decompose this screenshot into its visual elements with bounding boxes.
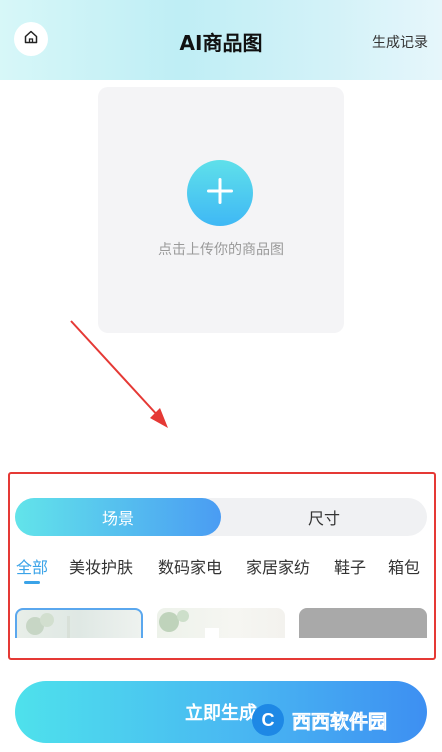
- category-tab-home-textile[interactable]: 家居家纺: [246, 554, 310, 578]
- tab-scene[interactable]: 场景: [15, 498, 221, 536]
- category-tab-all[interactable]: 全部: [16, 554, 48, 578]
- plant-icon: [159, 610, 219, 638]
- category-tab-shoes[interactable]: 鞋子: [334, 554, 366, 578]
- category-tab-bags[interactable]: 箱包: [388, 554, 420, 578]
- category-tabs: 全部 美妆护肤 数码家电 家居家纺 鞋子 箱包: [16, 554, 436, 584]
- scene-thumbnail[interactable]: [299, 608, 427, 638]
- category-tab-digital[interactable]: 数码家电: [158, 554, 222, 578]
- plant-icon: [26, 613, 70, 638]
- segmented-control: 场景 尺寸: [15, 498, 427, 536]
- svg-text:西西软件园: 西西软件园: [292, 710, 387, 733]
- svg-text:C: C: [262, 710, 275, 730]
- scene-thumbnails: [0, 608, 442, 638]
- category-active-indicator: [24, 581, 40, 584]
- tab-size[interactable]: 尺寸: [221, 498, 427, 536]
- category-tab-beauty[interactable]: 美妆护肤: [69, 554, 133, 578]
- watermark-logo: C 西西软件园: [252, 704, 387, 736]
- scene-thumbnail[interactable]: [157, 608, 285, 638]
- scene-thumbnail[interactable]: [15, 608, 143, 638]
